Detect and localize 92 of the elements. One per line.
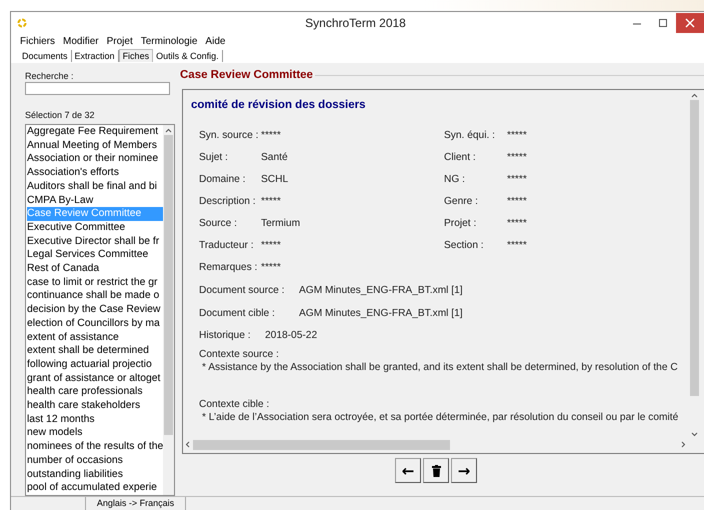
tab[interactable]: Outils & Config.	[153, 50, 223, 62]
field-label: Genre :	[444, 195, 479, 208]
window-title: SynchroTerm 2018	[305, 16, 406, 30]
list-item[interactable]: Association's efforts	[27, 166, 163, 180]
field-label: Historique :	[199, 329, 252, 342]
chevron-right-icon[interactable]	[681, 441, 686, 448]
field-label: Syn. équi. :	[444, 129, 496, 142]
field-value: SCHL	[261, 173, 290, 186]
field-value: 2018-05-22	[265, 329, 318, 342]
chevron-down-icon[interactable]	[691, 432, 698, 437]
field-label: Projet :	[444, 217, 478, 230]
chevron-left-icon[interactable]	[185, 441, 190, 448]
list-item[interactable]: Legal Services Committee	[27, 248, 163, 262]
field-label: NG :	[444, 173, 466, 186]
list-item[interactable]: Aggregate Fee Requirement	[27, 125, 163, 139]
list-item[interactable]: extent of assistance	[27, 330, 163, 344]
menu-item[interactable]: Aide	[205, 36, 226, 46]
field-label: Remarques :	[199, 261, 258, 274]
tab[interactable]: Documents	[19, 50, 72, 62]
list-item[interactable]: health care professionals	[27, 385, 163, 400]
field-label: Section :	[444, 239, 485, 252]
field-value: AGM Minutes_ENG-FRA_BT.xml [1]	[299, 307, 463, 320]
context-text: * L’aide de l’Association sera octroyée, et sa portée déterminée, par résolution du conseil ou par le comité	[201, 411, 677, 424]
field-value: AGM Minutes_ENG-FRA_BT.xml [1]	[299, 284, 463, 297]
record-heading: Case Review Committee	[180, 69, 315, 81]
list-item[interactable]: case to limit or restrict the gr	[27, 276, 163, 290]
list-item[interactable]: Executive Director shall be fr	[27, 234, 163, 248]
list-item[interactable]: decision by the Case Review	[27, 303, 163, 317]
delete-button[interactable]	[423, 458, 449, 483]
maximize-icon[interactable]	[658, 18, 668, 28]
list-item[interactable]: grant of assistance or altoget	[27, 372, 163, 386]
close-button[interactable]	[676, 13, 704, 33]
horizontal-scrollbar[interactable]	[183, 439, 688, 450]
list-item[interactable]: Association or their nominee	[27, 152, 163, 166]
search-field[interactable]	[25, 82, 170, 95]
field-value: *****	[507, 129, 528, 142]
language-pair: Anglais -> Français	[86, 497, 186, 510]
field-value: *****	[261, 261, 281, 274]
list-item[interactable]: Auditors shall be final and bi	[27, 180, 163, 194]
field-label: Client :	[444, 151, 477, 164]
list-item[interactable]: following actuarial projectio	[27, 358, 163, 372]
field-value: *****	[261, 239, 282, 252]
field-value: *****	[261, 129, 282, 142]
field-label: Sujet :	[199, 151, 229, 164]
chevron-up-icon[interactable]	[165, 128, 172, 133]
list-item[interactable]: number of occasions	[27, 454, 163, 468]
context-label: Contexte cible :	[199, 398, 270, 411]
field-label: Traducteur :	[199, 239, 255, 252]
list-item[interactable]: new models	[27, 426, 163, 440]
translation-title: comité de révision des dossiers	[191, 99, 366, 111]
list-item[interactable]: nominees of the results of the	[27, 440, 163, 454]
field-label: Syn. source :	[199, 129, 260, 142]
list-item[interactable]: election of Councillors by ma	[27, 316, 163, 331]
trash-icon	[432, 464, 440, 476]
list-item[interactable]: Executive Committee	[27, 220, 163, 235]
chevron-up-icon[interactable]	[691, 93, 698, 98]
menu-item[interactable]: Projet	[106, 36, 133, 46]
field-value: *****	[507, 195, 528, 208]
field-value: *****	[507, 173, 528, 186]
arrow-button[interactable]: →	[451, 458, 477, 483]
arrow-button[interactable]: ←	[395, 458, 421, 483]
field-value: *****	[261, 195, 282, 208]
field-value: *****	[507, 217, 528, 230]
list-item[interactable]: outstanding liabilities	[27, 468, 163, 482]
field-value: Santé	[261, 151, 289, 164]
list-item[interactable]: Annual Meeting of Members	[27, 138, 163, 152]
field-value: *****	[507, 151, 528, 164]
list-item[interactable]: CMPA By-Law	[27, 194, 163, 208]
list-item[interactable]: Rest of Canada	[27, 262, 163, 276]
field-label: Description :	[199, 195, 257, 208]
tab[interactable]: Fiches	[118, 49, 154, 62]
field-value: Termium	[261, 217, 302, 230]
search-label: Recherche :	[25, 71, 75, 81]
context-text: * Assistance by the Association shall be granted, and its extent shall be determined, by resolution of the C	[201, 361, 677, 374]
list-item[interactable]: extent shall be determined	[27, 344, 163, 358]
close-icon	[685, 18, 695, 28]
field-label: Document cible :	[199, 307, 276, 320]
list-item[interactable]: health care stakeholders	[27, 399, 163, 413]
field-label: Domaine :	[199, 173, 246, 186]
menu-item[interactable]: Terminologie	[140, 36, 198, 46]
list-item[interactable]: continuance shall be made o	[27, 289, 163, 304]
ring-icon	[17, 18, 27, 28]
list-item[interactable]: last 12 months	[27, 412, 163, 426]
field-label: Source :	[199, 217, 238, 230]
scrollbar[interactable]	[163, 125, 174, 495]
field-label: Document source :	[199, 284, 286, 297]
menu-item[interactable]: Modifier	[63, 36, 99, 46]
selection-count: Sélection 7 de 32	[25, 110, 96, 120]
field-value: *****	[507, 239, 528, 252]
context-label: Contexte source :	[199, 348, 280, 361]
list-item[interactable]: pool of accumulated experie	[27, 481, 163, 495]
menu-item[interactable]: Fichiers	[20, 36, 56, 46]
